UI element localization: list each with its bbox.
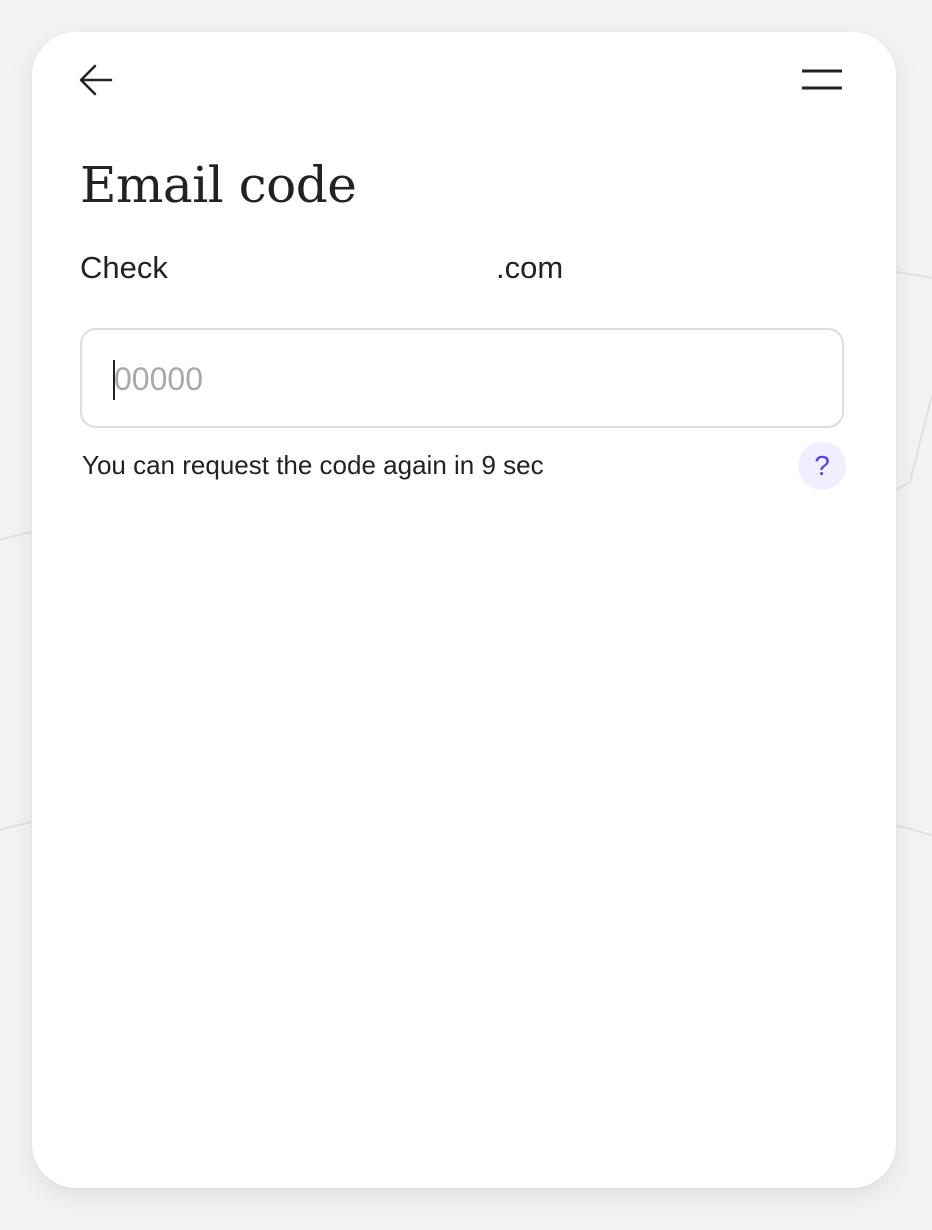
menu-button[interactable] xyxy=(800,62,844,98)
help-button[interactable]: ? xyxy=(798,442,846,490)
text-caret xyxy=(113,360,115,400)
subtitle-prefix: Check xyxy=(80,250,168,285)
question-mark-icon: ? xyxy=(814,450,830,481)
back-button[interactable] xyxy=(76,60,116,100)
arrow-left-icon xyxy=(79,64,113,96)
email-check-message: Check .com xyxy=(80,248,600,288)
auth-card: Email code Check .com You can request th… xyxy=(32,32,896,1188)
code-input-container xyxy=(80,328,844,428)
code-input[interactable] xyxy=(112,352,814,406)
page-title: Email code xyxy=(80,156,357,214)
resend-timer-text: You can request the code again in 9 sec xyxy=(82,450,544,480)
hamburger-menu-icon xyxy=(802,69,842,90)
email-domain-suffix: .com xyxy=(496,250,564,285)
